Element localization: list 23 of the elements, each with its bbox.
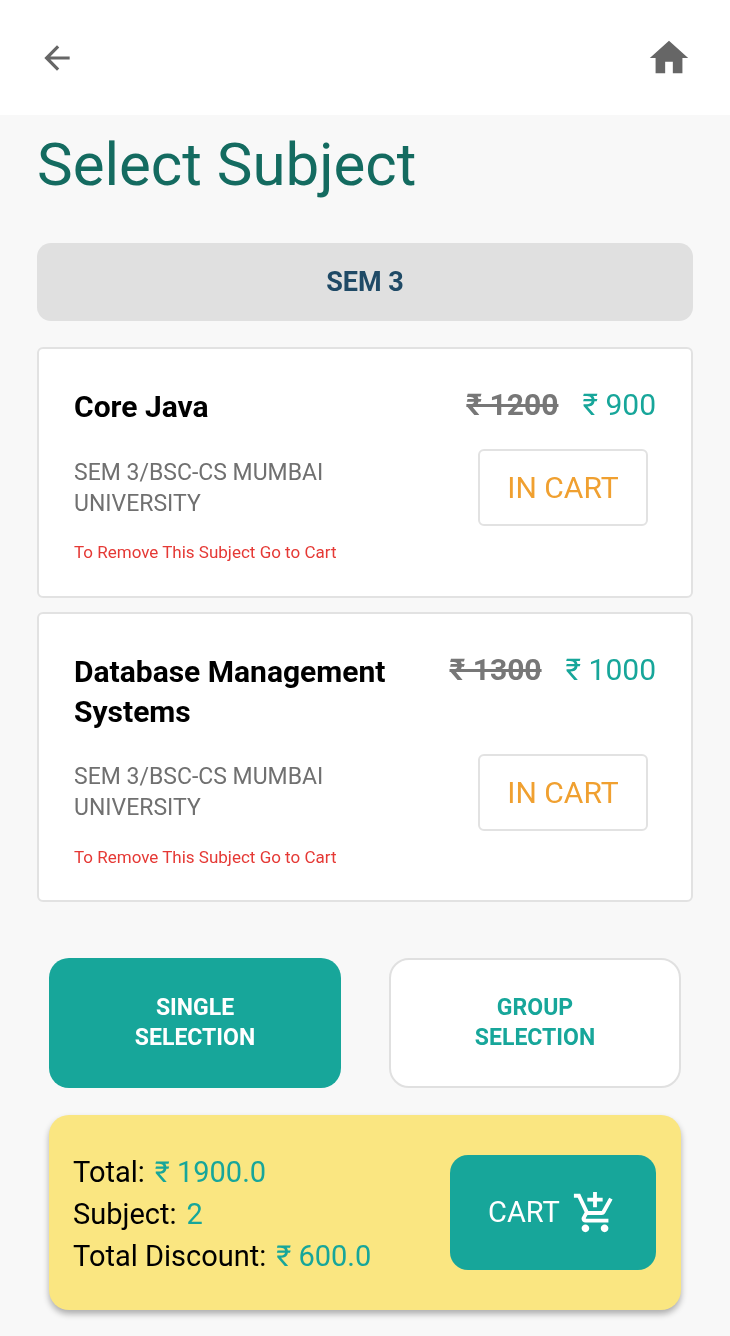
subject-details: SEM 3/BSC-CS MUMBAI UNIVERSITY xyxy=(74,762,325,823)
in-cart-button[interactable]: IN CART xyxy=(478,449,648,526)
discounted-price: ₹ 1000 xyxy=(565,650,656,689)
subject-name: Core Java xyxy=(74,388,210,426)
in-cart-button[interactable]: IN CART xyxy=(478,753,648,831)
summary-value: ₹ 1900.0 xyxy=(154,1153,267,1191)
discounted-price: ₹ 900 xyxy=(582,386,656,424)
selection-mode-button[interactable]: GROUP SELECTION xyxy=(389,958,681,1088)
remove-hint: To Remove This Subject Go to Cart xyxy=(74,541,338,564)
summary-label: Total Discount: xyxy=(73,1237,267,1275)
selection-mode-button[interactable]: SINGLE SELECTION xyxy=(49,958,341,1088)
subject-name: Database Management Systems xyxy=(74,652,387,731)
summary-label: Total: xyxy=(73,1153,145,1191)
subject-details: SEM 3/BSC-CS MUMBAI UNIVERSITY xyxy=(74,457,325,519)
original-price: ₹ 1300 xyxy=(449,650,542,689)
cart-button[interactable]: CART xyxy=(450,1155,656,1270)
summary-value: 2 xyxy=(186,1195,203,1233)
summary-value: ₹ 600.0 xyxy=(276,1237,372,1275)
remove-hint: To Remove This Subject Go to Cart xyxy=(74,845,338,869)
page-title: Select Subject xyxy=(36,128,418,202)
semester-tab[interactable]: SEM 3 xyxy=(37,243,693,321)
summary-label: Subject: xyxy=(73,1195,177,1233)
original-price: ₹ 1200 xyxy=(466,386,559,424)
